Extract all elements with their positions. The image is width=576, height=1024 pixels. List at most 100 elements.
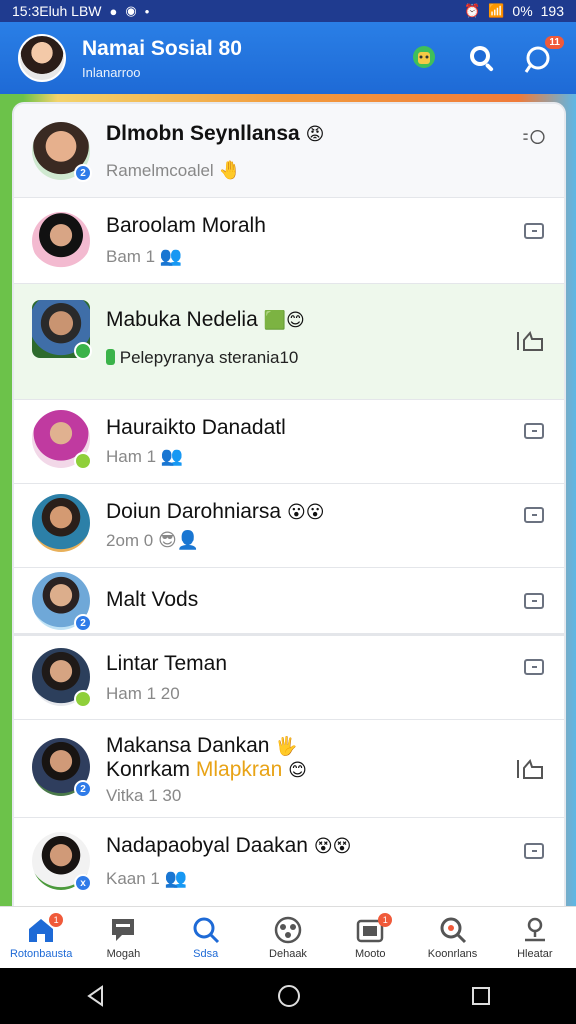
nav-label: Mooto [354,948,386,960]
chat-row[interactable]: Hauraikto Danadatl Ham 1 👥 [14,400,564,484]
chat-button[interactable] [522,590,546,612]
status-ring-icon [523,129,545,145]
chat-emoji: 😵😵 [313,836,352,856]
verified-badge: x [74,874,92,892]
notifications-badge: 11 [545,36,564,49]
chat-preview: Bam 1 👥 [106,246,183,266]
nav-search[interactable]: Sdsa [165,907,247,969]
chat-row[interactable]: 2 Malt Vods [14,568,564,634]
like-icon [517,759,543,779]
avatar [32,494,90,552]
chat-row[interactable]: Doiun Darohniarsa 😮😮 2om 0 😎👤 [14,484,564,568]
back-icon[interactable] [84,984,108,1008]
chat-name: Malt Vods [106,588,199,611]
messenger-icon: ◉ [125,3,137,18]
avatar [32,410,92,470]
chat-row[interactable]: Baroolam Moralh Bam 1 👥 [14,198,564,284]
chat-row[interactable]: Lintar Teman Ham 1 20 [14,634,564,720]
chat-name: Mabuka Nedelia 🟩😊 [106,308,305,331]
like-button[interactable] [514,758,546,780]
chat-button[interactable] [522,220,546,242]
avatar: 2 [32,122,92,182]
nav-label: Dehaak [269,948,307,960]
online-badge [74,342,92,360]
nav-explore[interactable]: Koonrlans [411,907,493,969]
chat-preview: Ramelmcoalel 🤚 [106,160,241,180]
app-subtitle: Inlanarroo [82,64,141,80]
chat-preview: 2om 0 😎👤 [106,530,200,550]
sticker-icon [413,46,435,68]
verified-badge: 2 [74,164,92,182]
profile-icon [524,917,545,942]
avatar: 2 [32,572,92,632]
chat-icon [524,507,544,523]
status-badge [74,690,92,708]
search-button[interactable] [464,40,500,76]
nav-label: Hleatar [517,948,553,960]
like-icon [517,331,543,351]
chat-button[interactable] [522,840,546,862]
explore-icon [440,917,466,944]
chat-row[interactable]: x Nadapaobyal Daakan 😵😵 Kaan 1 👥 [14,818,564,906]
chat-icon [524,223,544,239]
group-icon [274,916,302,944]
home-circle-icon[interactable] [276,983,302,1009]
chat-icon [524,423,544,439]
nav-profile[interactable]: Hleatar [494,907,576,969]
alarm-icon: ⏰ [464,3,481,18]
avatar: x [32,832,92,892]
status-ring-button[interactable] [522,126,546,148]
bottom-navigation: 1 Rotonbausta Mogah Sdsa Dehaak 1 Mooto [0,906,576,969]
nav-badge: 1 [378,913,393,927]
chat-preview: Vitka 1 30 [106,786,182,805]
dot-icon: • [144,3,150,19]
battery-percent: 0% [512,3,533,19]
chat-list: 2 Dlmobn Seynllansa 😡 Ramelmcoalel 🤚 Bar… [14,104,564,906]
nav-groups[interactable]: Dehaak [247,907,329,969]
avatar [32,212,90,270]
profile-avatar[interactable] [18,34,66,82]
status-bar: 15:3Eluh LBW ● ◉ • ⏰ 📶 0% 193 [0,0,576,22]
search-icon [193,917,219,944]
system-navigation [0,968,576,1024]
wifi-icon: 📶 [488,3,505,18]
status-time: 15:3Eluh LBW [12,3,102,19]
chat-preview: Kaan 1 👥 [106,868,188,888]
nav-messages[interactable]: Mogah [82,907,164,969]
notifications-button[interactable]: 11 [522,36,564,76]
like-button[interactable] [514,330,546,352]
chat-name: Doiun Darohniarsa 😮😮 [106,500,325,523]
avatar [32,648,92,708]
message-icon [112,919,135,941]
recents-icon[interactable] [470,985,492,1007]
verified-badge: 2 [74,780,92,798]
search-icon [470,46,494,72]
chat-row[interactable]: 2 Dlmobn Seynllansa 😡 Ramelmcoalel 🤚 [14,104,564,198]
chat-row[interactable]: Mabuka Nedelia 🟩😊 Pelepyranya sterania10 [14,284,564,400]
nav-label: Mogah [106,948,141,960]
chat-button[interactable] [522,656,546,678]
status-right-text: 193 [540,3,564,19]
notification-icon: ● [109,3,118,19]
chat-emoji: 🖐 [275,736,298,756]
nav-label: Rotonbausta [9,948,73,960]
chat-name: Lintar Teman [106,652,228,675]
chat-preview: Ham 1 👥 [106,446,184,466]
chat-icon [524,659,544,675]
chat-name: Baroolam Moralh [106,214,266,237]
chat-button[interactable] [522,420,546,442]
nav-home[interactable]: 1 Rotonbausta [0,907,82,969]
chat-emoji: 😡 [305,124,325,144]
chat-name: Nadapaobyal Daakan 😵😵 [106,834,352,857]
app-header: Namai Sosial 80 Inlanarroo 11 [0,22,576,94]
chat-name: Hauraikto Danadatl [106,416,286,439]
verified-badge: 2 [74,614,92,632]
sticker-button[interactable] [406,40,442,76]
chat-emoji: 🟩😊 [263,310,305,330]
app-title: Namai Sosial 80 [82,36,242,60]
avatar [32,300,92,360]
chat-button[interactable] [522,504,546,526]
nav-photos[interactable]: 1 Mooto [329,907,411,969]
avatar: 2 [32,738,92,798]
chat-row[interactable]: 2 Makansa Dankan 🖐 Konrkam Mlapkran 😊 Vi… [14,720,564,818]
